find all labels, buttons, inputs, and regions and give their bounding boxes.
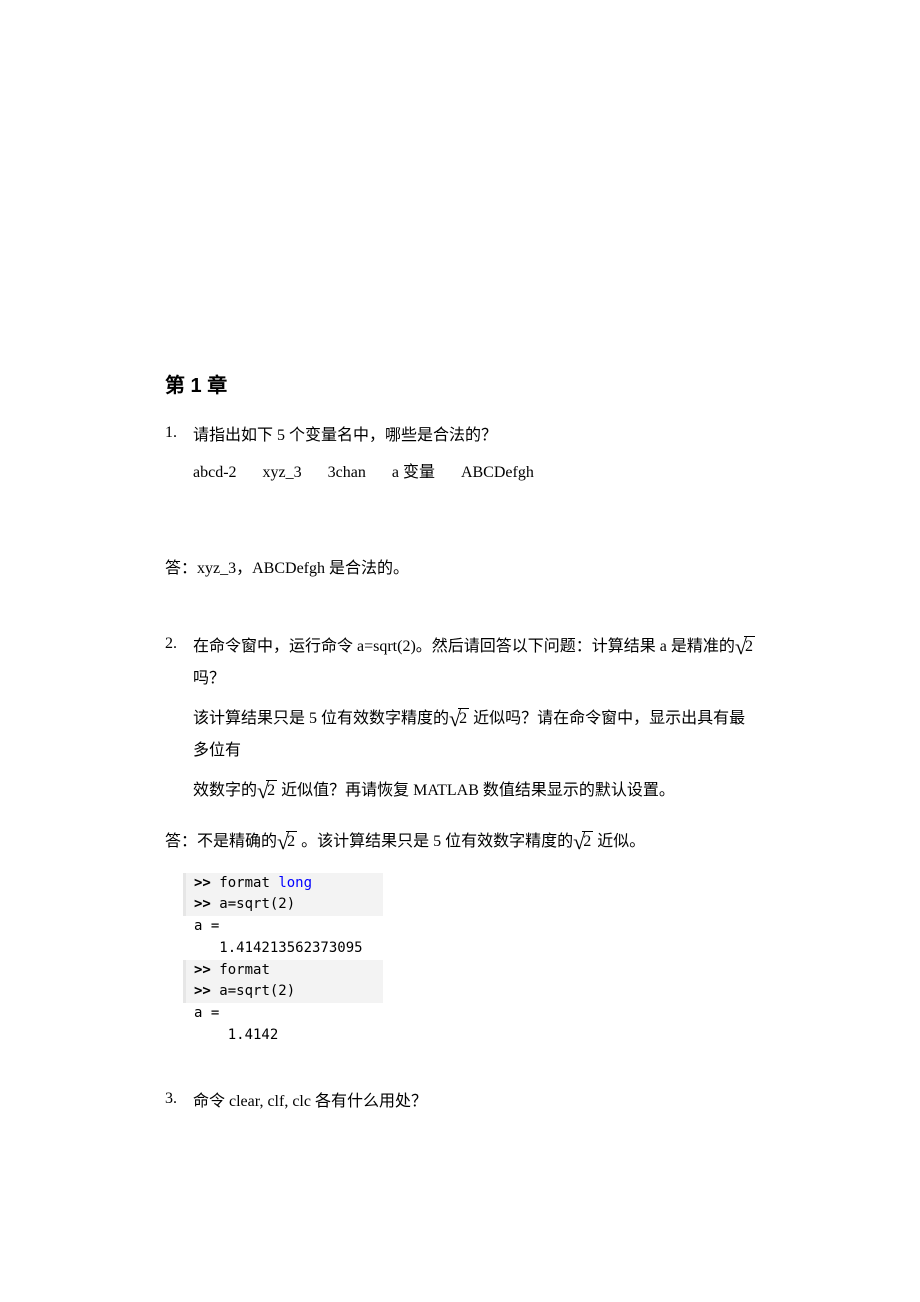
code-line-6: 1.414213562373095 xyxy=(183,938,383,960)
q2-line3: 效数字的√2 近似值？再请恢复 MATLAB 数值结果显示的默认设置。 xyxy=(193,775,755,807)
answer-2: 答：不是精确的√2 。该计算结果只是 5 位有效数字精度的√2 近似。 xyxy=(165,829,755,855)
answer-1: 答：xyz_3，ABCDefgh 是合法的。 xyxy=(165,556,755,582)
q1-number: 1. xyxy=(165,420,193,526)
code-line-13: 1.4142 xyxy=(183,1025,383,1047)
q2-body: 在命令窗中，运行命令 a=sqrt(2)。然后请回答以下问题：计算结果 a 是精… xyxy=(193,631,755,815)
q1-body: 请指出如下 5 个变量名中，哪些是合法的？ abcd-2 xyz_3 3chan… xyxy=(193,420,755,526)
sqrt2-icon: √2 xyxy=(573,829,593,855)
sqrt2-icon: √2 xyxy=(735,631,755,663)
a2-p2: 。该计算结果只是 5 位有效数字精度的 xyxy=(297,833,573,850)
a2-prefix: 答： xyxy=(165,833,197,850)
sqrt2-icon: √2 xyxy=(449,703,469,735)
code-line-1: >> format long xyxy=(183,873,383,895)
q2-l3b: 近似值？再请恢复 MATLAB 数值结果显示的默认设置。 xyxy=(277,782,675,799)
var-2: xyz_3 xyxy=(263,464,302,481)
q2-line1: 在命令窗中，运行命令 a=sqrt(2)。然后请回答以下问题：计算结果 a 是精… xyxy=(193,631,755,695)
var-4: a 变量 xyxy=(392,464,435,481)
q2-l3a: 效数字的 xyxy=(193,782,257,799)
var-1: abcd-2 xyxy=(193,464,237,481)
question-3: 3. 命令 clear, clf, clc 各有什么用处？ xyxy=(165,1086,755,1126)
q1-text: 请指出如下 5 个变量名中，哪些是合法的？ xyxy=(193,420,755,452)
q2-number: 2. xyxy=(165,631,193,815)
q3-number: 3. xyxy=(165,1086,193,1126)
a2-p3: 近似。 xyxy=(593,833,645,850)
code-line-2: >> a=sqrt(2) xyxy=(183,894,383,916)
a1-prefix: 答： xyxy=(165,560,197,577)
q3-text: 命令 clear, clf, clc 各有什么用处？ xyxy=(193,1086,755,1118)
q2-l1a: 在命令窗中，运行命令 a=sqrt(2)。然后请回答以下问题：计算结果 a 是精… xyxy=(193,638,735,655)
a1-body: xyz_3，ABCDefgh 是合法的。 xyxy=(197,560,409,577)
q3-body: 命令 clear, clf, clc 各有什么用处？ xyxy=(193,1086,755,1126)
code-line-9: >> a=sqrt(2) xyxy=(183,981,383,1003)
q1-variables: abcd-2 xyz_3 3chan a 变量 ABCDefgh xyxy=(193,460,755,486)
q2-l2a: 该计算结果只是 5 位有效数字精度的 xyxy=(193,710,449,727)
sqrt2-icon: √2 xyxy=(277,829,297,855)
sqrt2-icon: √2 xyxy=(257,775,277,807)
question-1: 1. 请指出如下 5 个变量名中，哪些是合法的？ abcd-2 xyz_3 3c… xyxy=(165,420,755,526)
var-3: 3chan xyxy=(328,464,366,481)
chapter-title: 第 1 章 xyxy=(165,370,755,402)
code-line-4: a = xyxy=(183,916,383,938)
a2-p1: 不是精确的 xyxy=(197,833,277,850)
question-2: 2. 在命令窗中，运行命令 a=sqrt(2)。然后请回答以下问题：计算结果 a… xyxy=(165,631,755,815)
q2-l1b: 吗？ xyxy=(193,670,225,687)
code-line-11: a = xyxy=(183,1003,383,1025)
matlab-output: >> format long >> a=sqrt(2) a = 1.414213… xyxy=(183,873,383,1047)
var-5: ABCDefgh xyxy=(461,464,534,481)
q2-line2: 该计算结果只是 5 位有效数字精度的√2 近似吗？请在命令窗中，显示出具有最多位… xyxy=(193,703,755,767)
code-line-8: >> format xyxy=(183,960,383,982)
